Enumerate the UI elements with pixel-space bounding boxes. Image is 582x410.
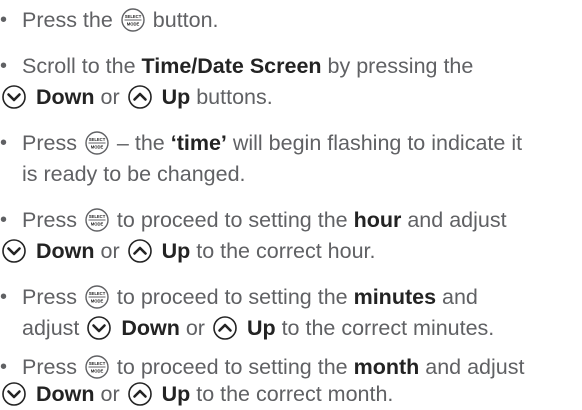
svg-text:MODE: MODE [91, 222, 104, 227]
select-mode-button-icon: SELECT MODE [85, 285, 109, 309]
svg-text:SELECT: SELECT [89, 291, 106, 296]
text: Press [22, 355, 83, 379]
item-line: adjust Down or Up to the correct minutes… [22, 313, 494, 344]
item-line: Down or Up to the correct hour. [0, 236, 376, 267]
text: Press [22, 208, 83, 232]
text: to proceed to setting the [116, 285, 354, 309]
text: and adjust [419, 355, 525, 379]
select-mode-button-icon: SELECT MODE [85, 208, 109, 232]
up-chevron-icon [127, 85, 152, 109]
text: and [436, 285, 478, 309]
text: to proceed to setting the [116, 208, 354, 232]
bold-text: Time/Date Screen [141, 54, 322, 78]
svg-text:MODE: MODE [91, 299, 104, 304]
down-label: Down [35, 85, 95, 109]
down-label: Down [35, 239, 95, 263]
text: Press the [22, 8, 119, 32]
up-chevron-icon [213, 316, 237, 340]
bullet: • [0, 209, 8, 231]
select-mode-button-icon: SELECT MODE [85, 355, 109, 379]
up-label: Up [246, 316, 276, 340]
svg-text:SELECT: SELECT [125, 14, 142, 19]
bullet: • [0, 55, 8, 77]
text: or [94, 85, 126, 109]
text: by pressing the [321, 54, 474, 78]
text: to proceed to setting the [116, 355, 354, 379]
svg-text:MODE: MODE [91, 369, 104, 374]
text: to the correct hour. [190, 239, 376, 263]
text: to the correct month. [190, 382, 394, 406]
text: or [94, 239, 126, 263]
down-label: Down [121, 316, 180, 340]
up-chevron-icon [127, 382, 152, 406]
item-line: Press the SELECT MODE button. [22, 5, 219, 36]
bullet: • [0, 132, 8, 154]
down-chevron-icon [2, 239, 26, 263]
svg-text:MODE: MODE [91, 145, 104, 150]
down-chevron-icon [2, 382, 26, 406]
item-line: is ready to be changed. [22, 159, 246, 190]
text: to the correct minutes. [275, 316, 495, 340]
item-line: Press SELECT MODE to proceed to setting … [22, 282, 478, 313]
item-line: Press SELECT MODE to proceed to setting … [22, 205, 507, 236]
bullet: • [0, 286, 8, 308]
down-chevron-icon [2, 85, 26, 109]
bold-text: month [353, 355, 420, 379]
text: button. [152, 8, 219, 32]
bullet: • [0, 9, 8, 31]
down-chevron-icon [87, 316, 112, 340]
up-chevron-icon [127, 239, 152, 263]
up-label: Up [161, 239, 191, 263]
text: and adjust [401, 208, 507, 232]
up-label: Up [161, 382, 191, 406]
select-mode-button-icon: SELECT MODE [121, 8, 145, 32]
text: buttons. [190, 85, 273, 109]
text: will begin flashing to indicate it [226, 131, 523, 155]
text: adjust [22, 316, 86, 340]
svg-text:MODE: MODE [127, 22, 140, 27]
bold-text: minutes [353, 285, 437, 309]
select-mode-button-icon: SELECT MODE [85, 131, 109, 155]
text: Scroll to the [22, 54, 142, 78]
text: Press [22, 131, 83, 155]
down-label: Down [35, 382, 95, 406]
svg-text:SELECT: SELECT [89, 137, 106, 142]
item-line: Scroll to the Time/Date Screen by pressi… [22, 51, 473, 82]
item-line: Down or Up buttons. [0, 82, 273, 113]
svg-text:SELECT: SELECT [89, 361, 106, 366]
up-label: Up [161, 85, 191, 109]
item-line: Down or Up to the correct month. [0, 379, 393, 410]
text: Press [22, 285, 83, 309]
text: or [179, 316, 211, 340]
item-line: Press SELECT MODE – the ‘time’ will begi… [22, 128, 522, 159]
bold-text: hour [353, 208, 402, 232]
text: or [94, 382, 126, 406]
svg-text:SELECT: SELECT [89, 214, 106, 219]
text: is ready to be changed. [22, 162, 246, 186]
bold-text: ‘time’ [170, 131, 227, 155]
text: – the [116, 131, 171, 155]
